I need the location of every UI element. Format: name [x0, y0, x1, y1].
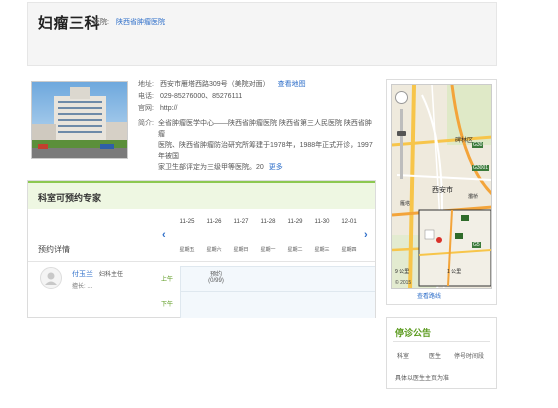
appointment-title: 科室可预约专家: [38, 193, 102, 203]
phone-row: 电话: 029-85276000、85276111: [138, 92, 242, 102]
intro-line: 全省肿瘤医学中心——陕西省肿瘤医院 陕西省第三人民医院 陕西省肿瘤: [158, 120, 372, 138]
zoom-slider-handle[interactable]: [397, 131, 406, 136]
website-label: 官网:: [138, 105, 154, 112]
website-row: 官网: http://: [138, 104, 177, 114]
date-label: 11-26: [206, 219, 222, 225]
pan-control[interactable]: [395, 91, 408, 104]
notice-text: 具体以医生主页为准: [395, 376, 450, 382]
weekday-label: 星期六: [206, 247, 222, 253]
appointment-panel: 科室可预约专家 预约详情 ‹ › 11-25 11-26 11-27 11-28…: [27, 180, 376, 318]
address-value: 西安市雁塔西路309号（美院对面）: [159, 81, 270, 88]
suspension-notice: 停诊公告 科室 医生 停号时间段 具体以医生主页为准: [386, 317, 497, 389]
divider: [28, 261, 375, 262]
weekday-label: 星期三: [314, 247, 330, 253]
appointment-detail-label: 预约详情: [38, 245, 70, 254]
map-copyright: © 2015: [395, 280, 412, 286]
hospital-label: 医院:: [93, 19, 109, 26]
prev-week-arrow[interactable]: ‹: [162, 229, 166, 241]
avatar-placeholder-icon: [45, 272, 57, 285]
appointment-slot[interactable]: 预约 (0/99): [204, 269, 228, 284]
date-label: 11-25: [179, 219, 195, 225]
next-week-arrow[interactable]: ›: [364, 229, 368, 241]
date-label: 11-27: [233, 219, 249, 225]
map-panel: 碑林区 西安市 雁塔 灞桥 G3001 G30 G5 9 公里 1 公里 © 2…: [386, 79, 497, 305]
doctor-avatar[interactable]: [40, 267, 62, 289]
weekday-label: 星期二: [287, 247, 303, 253]
divider: [393, 341, 490, 342]
notice-header: 停号时间段: [454, 354, 485, 360]
website-link[interactable]: http://: [160, 105, 178, 112]
intro-line: 家卫生部评定为三级甲等医院。20: [158, 164, 264, 171]
address-label: 地址:: [138, 81, 154, 88]
doctor-specialty: 擅长: ...: [72, 284, 93, 290]
notice-header: 科室: [397, 354, 410, 360]
doctor-dept: 妇科主任: [98, 272, 123, 278]
phone-value: 029-85276000、85276111: [159, 93, 243, 100]
weekday-label: 星期五: [179, 247, 195, 253]
more-link[interactable]: 更多: [269, 164, 283, 171]
location-map[interactable]: 碑林区 西安市 雁塔 灞桥 G3001 G30 G5 9 公里 1 公里 © 2…: [391, 84, 492, 289]
intro-label: 简介:: [138, 120, 154, 127]
map-label: 西安市: [432, 187, 453, 194]
highway-badge: G3001: [472, 165, 490, 171]
schedule-divider: [180, 266, 181, 318]
view-map-link[interactable]: 查看地图: [278, 81, 306, 88]
hospital-photo: [31, 81, 128, 159]
dept-header: 妇瘤三科 医院: 陕西省肿瘤医院: [27, 2, 497, 66]
highway-badge: G30: [472, 142, 484, 148]
map-label: 雁塔: [400, 201, 411, 207]
schedule-divider: [180, 291, 375, 292]
zoom-slider[interactable]: [400, 109, 403, 179]
view-route-link[interactable]: 查看路线: [417, 291, 441, 300]
date-label: 11-29: [287, 219, 303, 225]
intro-line: 医院、陕西省肿瘤防治研究所筹建于1978年，1988年正式开诊，1997年被国: [158, 142, 373, 160]
doctor-name-link[interactable]: 付玉兰: [72, 271, 93, 278]
inset-scale: 1 公里: [447, 269, 462, 275]
map-label: 碑林区: [455, 138, 474, 144]
intro-block: 简介: 全省肿瘤医学中心——陕西省肿瘤医院 陕西省第三人民医院 陕西省肿瘤 医院…: [138, 118, 378, 173]
map-label: 灞桥: [468, 194, 479, 200]
slot-label: 预约: [209, 272, 222, 278]
notice-header: 医生: [429, 354, 442, 360]
date-label: 12-01: [341, 219, 357, 225]
weekday-label: 星期日: [233, 247, 249, 253]
weekday-label: 星期一: [260, 247, 276, 253]
slot-count: (0/99): [208, 278, 224, 284]
appointment-header: 科室可预约专家: [28, 181, 375, 209]
date-label: 11-28: [260, 219, 276, 225]
morning-label: 上午: [161, 277, 174, 283]
page-title: 妇瘤三科: [38, 15, 101, 32]
phone-label: 电话:: [138, 93, 154, 100]
highway-badge: G5: [472, 242, 481, 248]
notice-title: 停诊公告: [395, 328, 432, 338]
weekday-label: 星期四: [341, 247, 357, 253]
date-label: 11-30: [314, 219, 330, 225]
address-row: 地址: 西安市雁塔西路309号（美院对面） 查看地图: [138, 80, 306, 90]
afternoon-label: 下午: [161, 302, 174, 308]
map-scale: 9 公里: [395, 269, 410, 275]
hospital-link[interactable]: 陕西省肿瘤医院: [116, 17, 165, 27]
